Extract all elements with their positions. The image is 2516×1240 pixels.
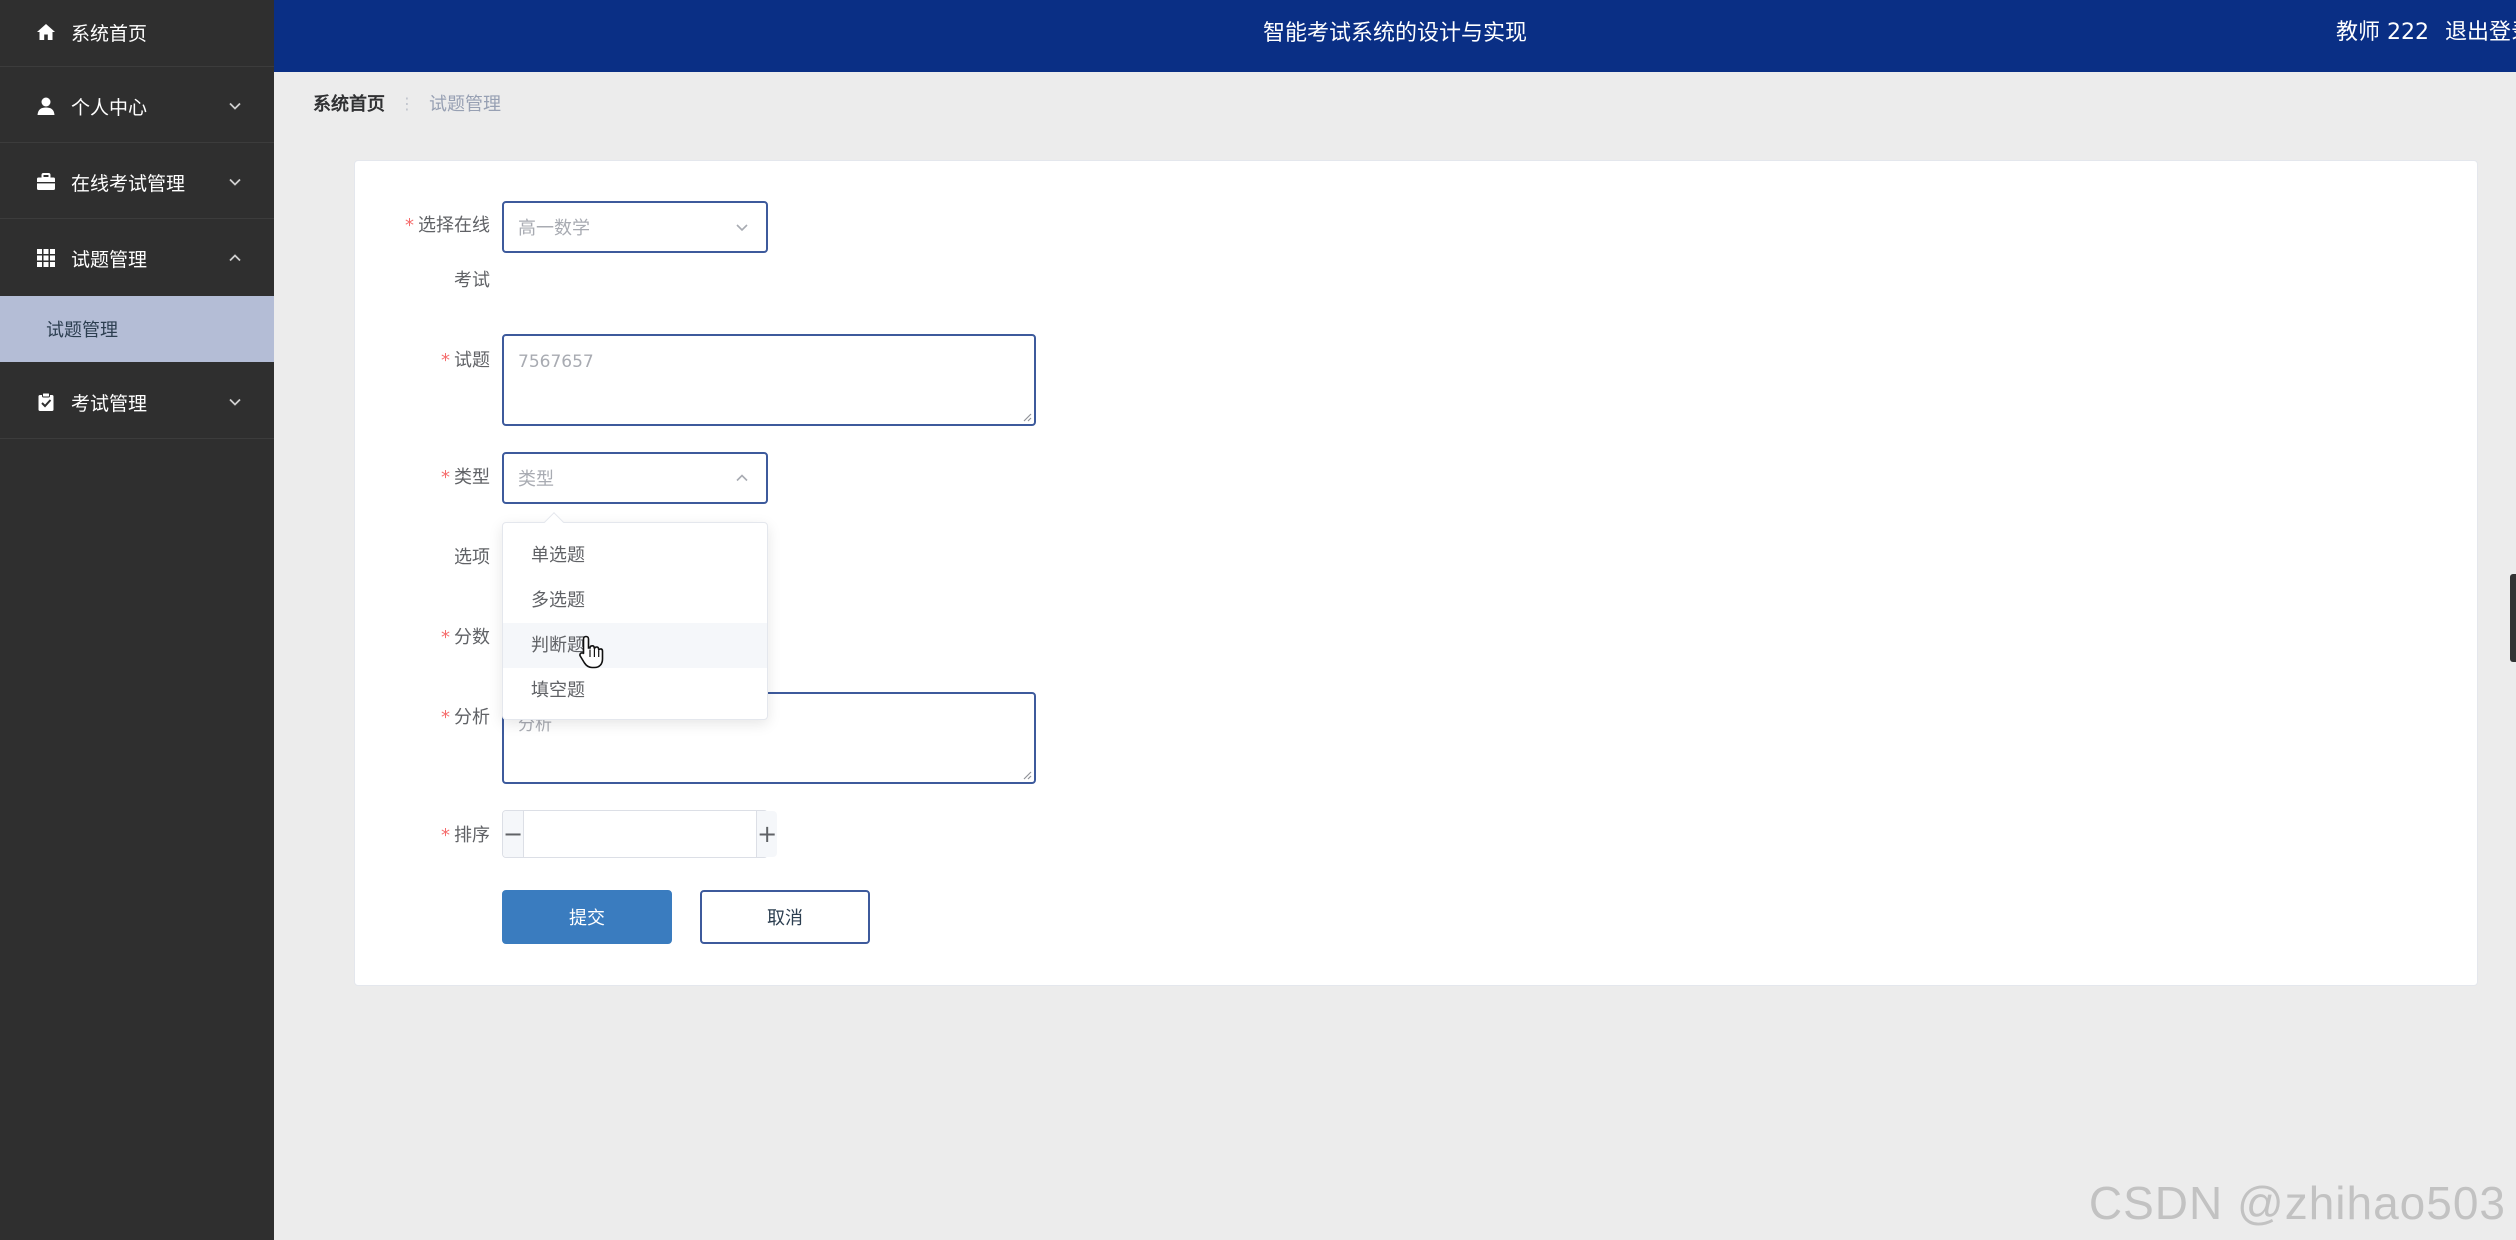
- decrement-button[interactable]: −: [503, 811, 525, 857]
- submit-button[interactable]: 提交: [502, 890, 672, 944]
- sidebar-subitem-label: 试题管理: [46, 320, 118, 341]
- type-dropdown: 单选题 多选题 判断题 填空题: [502, 512, 768, 720]
- required-asterisk: *: [441, 467, 450, 488]
- exam-label: * 选择在线: [405, 215, 490, 236]
- question-textarea[interactable]: 7567657: [502, 334, 1036, 426]
- type-option-single-choice[interactable]: 单选题: [503, 533, 767, 578]
- type-label: * 类型: [441, 467, 490, 488]
- exam-select[interactable]: 高一数学: [502, 201, 768, 253]
- breadcrumb: 系统首页 ⋮ 试题管理: [313, 88, 501, 118]
- sidebar-item-profile[interactable]: 个人中心: [0, 76, 274, 136]
- question-label: * 试题: [441, 350, 490, 371]
- sidebar-divider: [0, 142, 274, 143]
- sidebar-item-home[interactable]: 系统首页: [0, 0, 274, 64]
- side-scroll-tab[interactable]: [2510, 574, 2516, 662]
- sidebar-subitem-question-management[interactable]: 试题管理: [0, 296, 274, 362]
- header-user-area: 教师 222 退出登录: [2336, 0, 2516, 72]
- sort-number-input: − +: [502, 810, 778, 858]
- sidebar-item-label: 在线考试管理: [71, 172, 186, 195]
- sidebar-item-label: 试题管理: [71, 248, 148, 271]
- sidebar-divider: [0, 438, 274, 439]
- sort-label: * 排序: [441, 825, 490, 846]
- sort-input[interactable]: [524, 811, 757, 857]
- sidebar-item-label: 考试管理: [71, 392, 148, 415]
- exam-label-line2: 考试: [454, 270, 490, 291]
- required-asterisk: *: [441, 825, 450, 846]
- sidebar-item-label: 个人中心: [71, 96, 148, 119]
- app-title: 智能考试系统的设计与实现: [1262, 21, 1527, 46]
- breadcrumb-home[interactable]: 系统首页: [313, 90, 385, 116]
- sidebar-item-exam-management[interactable]: 考试管理: [0, 372, 274, 432]
- user-name: 教师 222: [2336, 20, 2429, 45]
- exam-select-value: 高一数学: [518, 218, 590, 239]
- breadcrumb-separator: ⋮: [399, 93, 415, 113]
- question-value: 7567657: [518, 352, 594, 372]
- breadcrumb-current: 试题管理: [429, 94, 501, 115]
- options-label: 选项: [454, 547, 490, 568]
- clipboard-icon: [35, 391, 57, 413]
- required-asterisk: *: [441, 350, 450, 371]
- required-asterisk: *: [441, 627, 450, 648]
- chevron-down-icon: [229, 398, 241, 406]
- user-icon: [35, 95, 57, 117]
- sidebar-item-label: 系统首页: [71, 22, 148, 45]
- chevron-up-icon: [736, 474, 748, 482]
- chevron-down-icon: [229, 178, 241, 186]
- resize-handle-icon[interactable]: [1020, 410, 1032, 422]
- top-header: 智能考试系统的设计与实现 教师 222 退出登录: [274, 0, 2516, 72]
- type-option-true-false[interactable]: 判断题: [503, 623, 767, 668]
- sidebar-divider: [0, 66, 274, 67]
- chevron-down-icon: [736, 224, 748, 232]
- score-label: * 分数: [441, 627, 490, 648]
- type-select-placeholder: 类型: [518, 469, 554, 490]
- resize-handle-icon[interactable]: [1020, 768, 1032, 780]
- grid-icon: [35, 247, 57, 269]
- chevron-up-icon: [229, 254, 241, 262]
- sidebar-divider: [0, 218, 274, 219]
- increment-button[interactable]: +: [756, 811, 778, 857]
- type-option-fill-blank[interactable]: 填空题: [503, 668, 767, 713]
- required-asterisk: *: [405, 215, 414, 236]
- sidebar: 系统首页 个人中心 在线考试管理 试题管理 试题管理 考试管理: [0, 0, 274, 1240]
- cancel-button[interactable]: 取消: [700, 890, 870, 944]
- logout-link[interactable]: 退出登录: [2445, 20, 2516, 45]
- type-option-multiple-choice[interactable]: 多选题: [503, 578, 767, 623]
- sidebar-item-questions[interactable]: 试题管理: [0, 228, 274, 288]
- home-icon: [35, 21, 57, 43]
- analysis-label: * 分析: [441, 707, 490, 728]
- required-asterisk: *: [441, 707, 450, 728]
- briefcase-icon: [35, 171, 57, 193]
- hand-pointer-icon: [579, 635, 604, 669]
- type-select[interactable]: 类型: [502, 452, 768, 504]
- sidebar-item-online-exam[interactable]: 在线考试管理: [0, 152, 274, 212]
- watermark: CSDN @zhihao503: [2088, 1177, 2506, 1229]
- chevron-down-icon: [229, 102, 241, 110]
